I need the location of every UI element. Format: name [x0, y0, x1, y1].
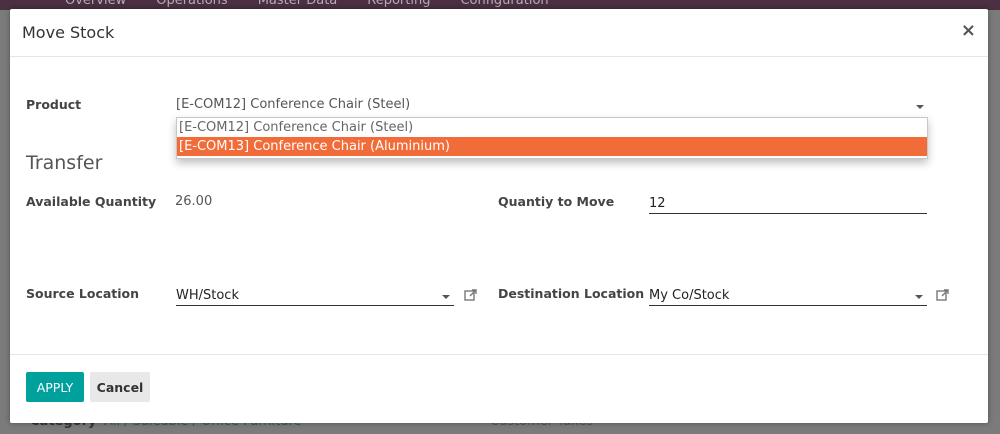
- source-location-select[interactable]: WH/Stock: [176, 286, 454, 306]
- product-dropdown: [E-COM12] Conference Chair (Steel) [E-CO…: [176, 117, 928, 159]
- chevron-down-icon[interactable]: [915, 295, 923, 299]
- close-icon[interactable]: ×: [961, 20, 976, 41]
- menu-operations[interactable]: Operations: [156, 0, 227, 8]
- menu-configuration[interactable]: Configuration: [460, 0, 548, 8]
- dialog-title: Move Stock: [22, 23, 115, 42]
- menu-reporting[interactable]: Reporting: [367, 0, 430, 8]
- destination-location-value: My Co/Stock: [649, 288, 730, 303]
- quantity-to-move-value: 12: [649, 196, 666, 211]
- source-location-label: Source Location: [26, 286, 140, 301]
- external-link-icon[interactable]: [935, 287, 951, 303]
- source-location-value: WH/Stock: [176, 288, 239, 303]
- available-quantity-label: Available Quantity: [26, 194, 157, 209]
- dropdown-option[interactable]: [E-COM12] Conference Chair (Steel): [177, 118, 927, 137]
- move-stock-dialog: Move Stock × Product [E-COM12] Conferenc…: [10, 9, 988, 423]
- product-select[interactable]: [E-COM12] Conference Chair (Steel): [176, 97, 928, 117]
- available-quantity-value: 26.00: [175, 194, 213, 209]
- quantity-to-move-input[interactable]: 12: [649, 194, 927, 214]
- destination-location-select[interactable]: My Co/Stock: [649, 286, 927, 306]
- app-menu: Overview Operations Master Data Reportin…: [65, 0, 549, 8]
- product-selected-value: [E-COM12] Conference Chair (Steel): [176, 97, 411, 112]
- apply-button[interactable]: APPLY: [26, 372, 84, 402]
- dialog-header: Move Stock ×: [10, 9, 988, 57]
- section-title-transfer: Transfer: [26, 152, 103, 174]
- quantity-to-move-label: Quantiy to Move: [498, 194, 615, 209]
- cancel-button[interactable]: Cancel: [90, 372, 150, 402]
- menu-overview[interactable]: Overview: [65, 0, 126, 8]
- chevron-down-icon[interactable]: [916, 105, 924, 109]
- dialog-footer: APPLY Cancel: [10, 354, 988, 424]
- product-label: Product: [26, 97, 82, 112]
- menu-master-data[interactable]: Master Data: [258, 0, 338, 8]
- destination-location-label: Destination Location: [498, 286, 645, 301]
- external-link-icon[interactable]: [463, 287, 479, 303]
- dropdown-option-highlighted[interactable]: [E-COM13] Conference Chair (Aluminium): [177, 137, 927, 156]
- chevron-down-icon[interactable]: [442, 295, 450, 299]
